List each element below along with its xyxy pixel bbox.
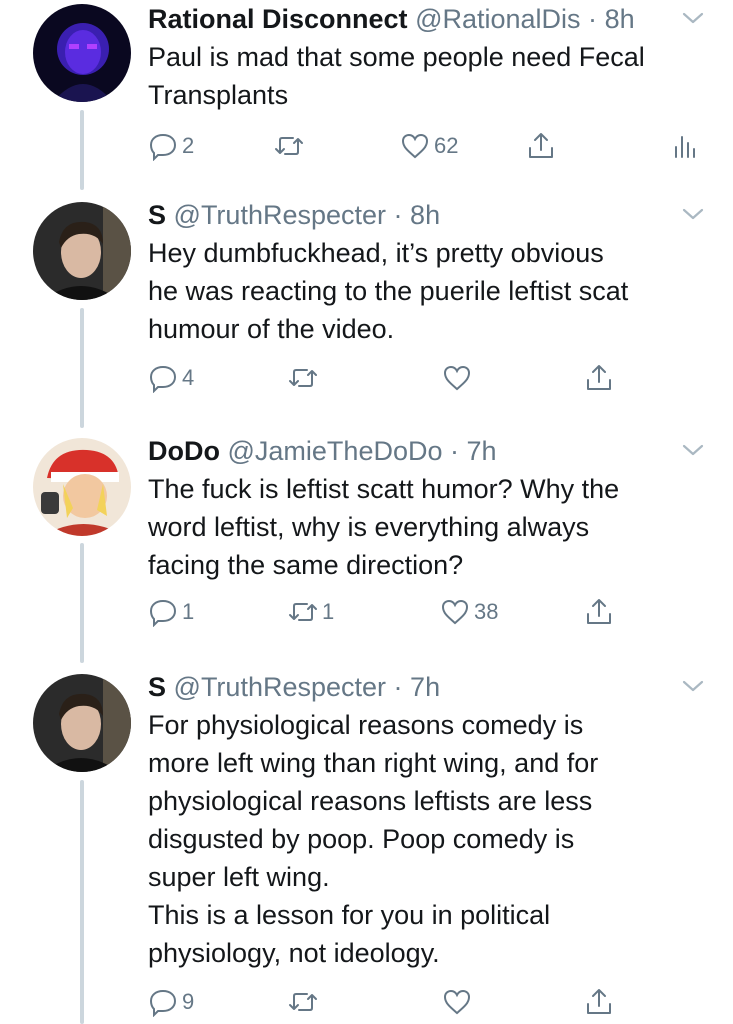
display-name[interactable]: DoDo	[148, 436, 220, 466]
avatar[interactable]	[33, 4, 131, 102]
reply-button[interactable]: 4	[148, 360, 194, 396]
tweet-text: For physiological reasons comedy is more…	[148, 706, 708, 972]
reply-icon	[149, 133, 177, 161]
handle[interactable]: @TruthRespecter	[174, 672, 386, 702]
retweet-button[interactable]	[274, 128, 308, 164]
tweet-text-line: For physiological reasons comedy is	[148, 710, 584, 740]
share-button[interactable]	[584, 360, 614, 396]
like-icon	[441, 599, 469, 625]
tweet-text-line: The fuck is leftist scatt humor? Why the	[148, 474, 620, 504]
reply-icon	[149, 989, 177, 1017]
share-button[interactable]	[584, 984, 614, 1020]
reply-button[interactable]: 1	[148, 594, 194, 630]
retweet-icon	[289, 993, 317, 1011]
tweet-text-line: Paul is mad that some people need Fecal	[148, 42, 645, 72]
handle[interactable]: @JamieTheDoDo	[228, 436, 443, 466]
separator-dot: ·	[393, 200, 403, 230]
thread-line	[80, 110, 84, 190]
like-button[interactable]	[442, 360, 476, 396]
chevron-down-icon[interactable]	[681, 678, 705, 694]
retweet-icon	[289, 603, 317, 621]
tweet-actions: 1 1 38	[148, 594, 708, 630]
tweet-text-line: super left wing.	[148, 862, 330, 892]
tweet-header: DoDo @JamieTheDoDo · 7h	[148, 434, 663, 468]
like-count: 38	[474, 599, 499, 624]
tweet-header: Rational Disconnect @RationalDis · 8h	[148, 2, 663, 36]
retweet-button[interactable]	[288, 360, 322, 396]
share-icon	[529, 133, 553, 158]
timestamp[interactable]: 8h	[410, 200, 440, 230]
chevron-down-icon[interactable]	[681, 442, 705, 458]
like-button[interactable]: 38	[440, 594, 498, 630]
thread-line	[80, 780, 84, 1024]
tweet-text-line: disgusted by poop. Poop comedy is	[148, 824, 575, 854]
tweet-text-line: more left wing than right wing, and for	[148, 748, 599, 778]
share-button[interactable]	[584, 594, 614, 630]
chevron-down-icon[interactable]	[681, 206, 705, 222]
thread-line	[80, 543, 84, 663]
tweet-header: S @TruthRespecter · 8h	[148, 198, 663, 232]
share-button[interactable]	[526, 128, 556, 164]
retweet-button[interactable]	[288, 984, 322, 1020]
like-count: 62	[434, 133, 459, 158]
share-icon	[587, 365, 611, 390]
separator-dot: ·	[393, 672, 403, 702]
reply-count: 1	[182, 599, 195, 624]
tweet-text-line: he was reacting to the puerile leftist s…	[148, 276, 629, 306]
tweet-text: The fuck is leftist scatt humor? Why the…	[148, 470, 708, 584]
share-icon	[587, 989, 611, 1014]
display-name[interactable]: S	[148, 200, 166, 230]
display-name[interactable]: S	[148, 672, 166, 702]
tweet-text: Hey dumbfuckhead, it’s pretty obvious he…	[148, 234, 708, 348]
timestamp[interactable]: 7h	[410, 672, 440, 702]
like-icon	[443, 365, 471, 391]
reply-count: 4	[182, 365, 195, 390]
reply-count: 2	[182, 133, 195, 158]
retweet-count: 1	[322, 599, 335, 624]
share-icon	[587, 599, 611, 624]
tweet-header: S @TruthRespecter · 7h	[148, 670, 663, 704]
tweet-actions: 9	[148, 984, 708, 1020]
timestamp[interactable]: 7h	[467, 436, 497, 466]
tweet-text-line: physiology, not ideology.	[148, 938, 440, 968]
avatar[interactable]	[33, 438, 131, 536]
analytics-button[interactable]	[670, 128, 700, 164]
retweet-icon	[275, 137, 303, 155]
reply-button[interactable]: 9	[148, 984, 194, 1020]
tweet-actions: 2 62	[148, 128, 708, 164]
chevron-down-icon[interactable]	[681, 10, 705, 26]
handle[interactable]: @RationalDis	[415, 4, 580, 34]
tweet-text-line: physiological reasons leftists are less	[148, 786, 593, 816]
handle[interactable]: @TruthRespecter	[174, 200, 386, 230]
like-button[interactable]: 62	[400, 128, 458, 164]
tweet-actions: 4	[148, 360, 708, 396]
reply-button[interactable]: 2	[148, 128, 194, 164]
tweet-text-line: Hey dumbfuckhead, it’s pretty obvious	[148, 238, 604, 268]
tweet-text-line: facing the same direction?	[148, 550, 464, 580]
avatar[interactable]	[33, 202, 131, 300]
reply-icon	[149, 599, 177, 627]
retweet-button[interactable]: 1	[288, 594, 334, 630]
reply-count: 9	[182, 989, 195, 1014]
separator-dot: ·	[588, 4, 598, 34]
thread-line	[80, 308, 84, 428]
tweet-text-line: humour of the video.	[148, 314, 395, 344]
analytics-icon	[675, 136, 695, 158]
tweet-text-line: word leftist, why is everything always	[148, 512, 590, 542]
tweet-text: Paul is mad that some people need Fecal …	[148, 38, 708, 114]
display-name[interactable]: Rational Disconnect	[148, 4, 408, 34]
tweet-text-line: Transplants	[148, 80, 289, 110]
avatar[interactable]	[33, 674, 131, 772]
like-icon	[401, 133, 429, 159]
tweet-text-line: This is a lesson for you in political	[148, 900, 551, 930]
tweet-thread: Rational Disconnect @RationalDis · 8h Pa…	[0, 0, 733, 1024]
like-icon	[443, 989, 471, 1015]
retweet-icon	[289, 369, 317, 387]
like-button[interactable]	[442, 984, 476, 1020]
reply-icon	[149, 365, 177, 393]
timestamp[interactable]: 8h	[605, 4, 635, 34]
separator-dot: ·	[450, 436, 460, 466]
